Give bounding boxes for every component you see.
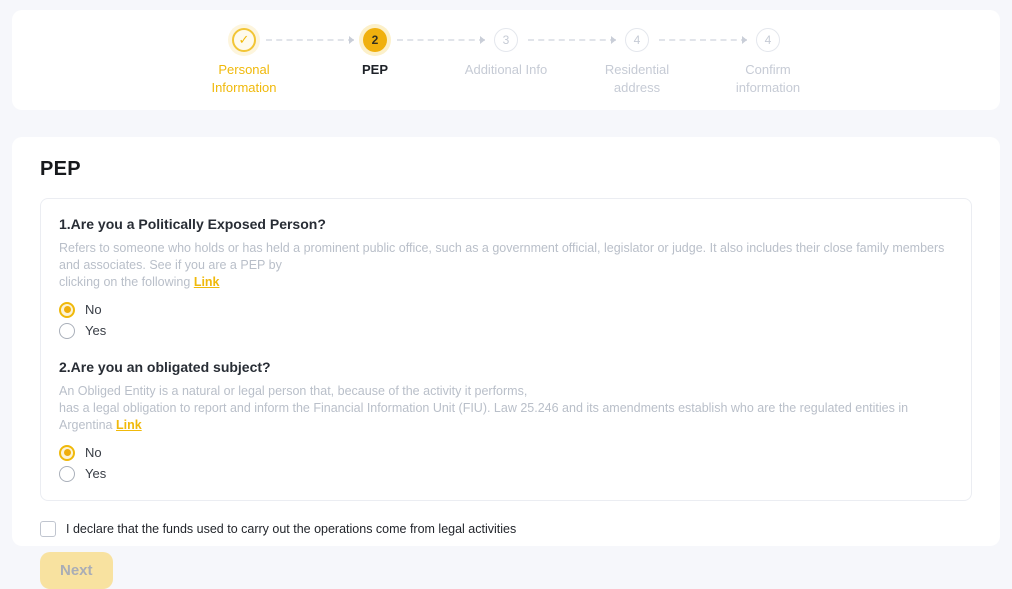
step-residential-address: 4 Residential address — [572, 28, 703, 97]
description-line1: An Obliged Entity is a natural or legal … — [59, 384, 527, 398]
check-icon: ✓ — [232, 28, 256, 52]
pep-info-link[interactable]: Link — [194, 275, 220, 289]
step-label: Confirm information — [718, 61, 818, 97]
step-confirm-information: 4 Confirm information — [703, 28, 834, 97]
radio-icon[interactable] — [59, 323, 75, 339]
radio-label: Yes — [85, 323, 106, 338]
stepper: ✓ Personal Information 2 PEP 3 Additiona… — [12, 10, 1000, 97]
description-line2: clicking on the following — [59, 275, 190, 289]
question-obligated-subject: 2.Are you an obligated subject? An Oblig… — [59, 357, 953, 484]
step-label: Residential address — [587, 61, 687, 97]
step-label: PEP — [362, 61, 388, 79]
question-description: An Obliged Entity is a natural or legal … — [59, 383, 953, 434]
step-pep: 2 PEP — [310, 28, 441, 97]
next-button[interactable]: Next — [40, 552, 113, 589]
step-number: 4 — [625, 28, 649, 52]
question-title: 2.Are you an obligated subject? — [59, 357, 953, 377]
radio-group-pep: No Yes — [59, 299, 953, 341]
page-title: PEP — [40, 158, 972, 181]
radio-option-no[interactable]: No — [59, 442, 953, 463]
radio-label: No — [85, 302, 102, 317]
radio-group-obligated: No Yes — [59, 442, 953, 484]
radio-option-yes[interactable]: Yes — [59, 463, 953, 484]
questions-box: 1.Are you a Politically Exposed Person? … — [40, 198, 972, 501]
radio-option-yes[interactable]: Yes — [59, 320, 953, 341]
declaration-row[interactable]: I declare that the funds used to carry o… — [40, 521, 972, 537]
description-line2: has a legal obligation to report and inf… — [59, 401, 908, 432]
step-additional-info: 3 Additional Info — [441, 28, 572, 97]
question-title: 1.Are you a Politically Exposed Person? — [59, 214, 953, 234]
radio-icon[interactable] — [59, 466, 75, 482]
stepper-card: ✓ Personal Information 2 PEP 3 Additiona… — [12, 10, 1000, 110]
radio-label: No — [85, 445, 102, 460]
radio-icon[interactable] — [59, 302, 75, 318]
step-number: 4 — [756, 28, 780, 52]
question-pep: 1.Are you a Politically Exposed Person? … — [59, 214, 953, 341]
pep-form-card: PEP 1.Are you a Politically Exposed Pers… — [12, 137, 1000, 546]
step-number: 2 — [363, 28, 387, 52]
obligated-subject-info-link[interactable]: Link — [116, 418, 142, 432]
step-personal-information: ✓ Personal Information — [179, 28, 310, 97]
declaration-checkbox[interactable] — [40, 521, 56, 537]
step-number: 3 — [494, 28, 518, 52]
declaration-label: I declare that the funds used to carry o… — [66, 522, 516, 536]
radio-label: Yes — [85, 466, 106, 481]
step-label: Additional Info — [465, 61, 547, 79]
step-label: Personal Information — [194, 61, 294, 97]
radio-icon[interactable] — [59, 445, 75, 461]
radio-option-no[interactable]: No — [59, 299, 953, 320]
question-description: Refers to someone who holds or has held … — [59, 240, 953, 291]
description-line1: Refers to someone who holds or has held … — [59, 241, 944, 272]
